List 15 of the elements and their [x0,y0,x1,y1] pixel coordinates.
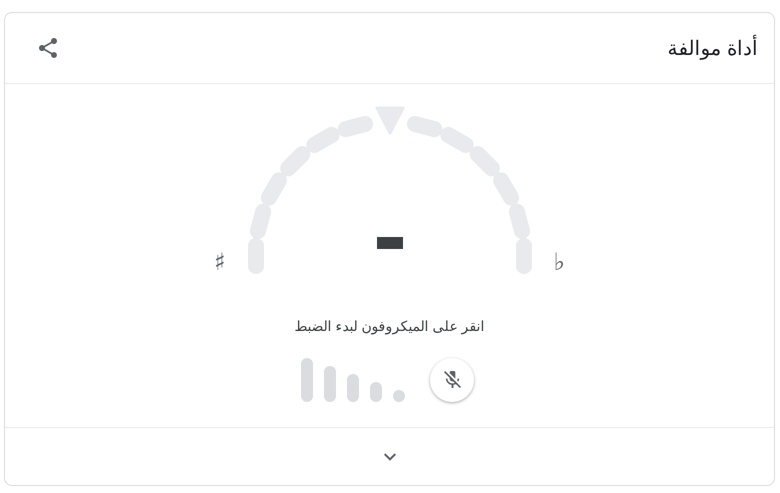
microphone-off-icon [444,371,460,389]
sharp-symbol: ♯ [214,250,226,274]
pointer-icon [375,106,404,134]
chevron-down-icon [384,452,396,460]
level-bar [370,382,382,402]
instruction-text: انقر على الميكروفون لبدء الضبط [294,318,484,334]
note-placeholder [376,237,403,249]
level-bar [393,390,405,402]
level-bar [347,374,359,402]
flat-symbol: ♭ [554,250,565,274]
level-bar [301,358,313,402]
share-icon [39,38,57,58]
level-bar [324,366,336,402]
microphone-button[interactable] [430,358,474,402]
tuner-title: أداة موالفة [667,36,758,60]
